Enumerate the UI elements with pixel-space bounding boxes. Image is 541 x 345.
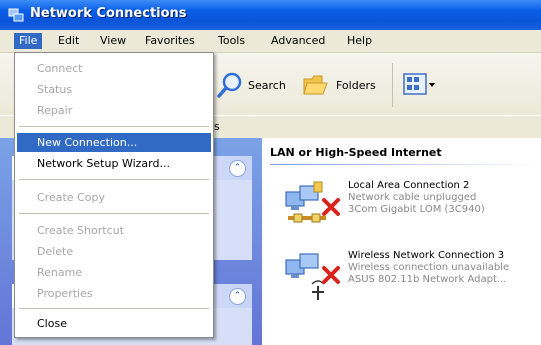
menu-separator xyxy=(19,213,209,214)
group-divider xyxy=(270,164,538,165)
network-connections-app-icon xyxy=(8,8,24,22)
connections-list: LAN or High-Speed Internet Local Area Co… xyxy=(262,138,541,345)
connection-item[interactable]: Local Area Connection 2 Network cable un… xyxy=(282,180,540,232)
connection-text: Local Area Connection 2 Network cable un… xyxy=(348,180,541,216)
network-connections-window: Network Connections File Edit View Favor… xyxy=(0,0,541,345)
file-menu-dropdown: Connect Status Repair New Connection... … xyxy=(14,52,214,338)
group-title: LAN or High-Speed Internet xyxy=(270,146,442,159)
menuitem-status[interactable]: Status xyxy=(17,80,211,99)
lan-connection-icon xyxy=(285,181,340,223)
connection-device: ASUS 802.11b Network Adapt... xyxy=(348,274,507,285)
wireless-connection-icon xyxy=(285,253,340,300)
address-tail-text: s xyxy=(214,120,220,133)
connection-item[interactable]: Wireless Network Connection 3 Wireless c… xyxy=(282,250,540,302)
views-button[interactable] xyxy=(402,71,436,99)
menu-bar: File Edit View Favorites Tools Advanced … xyxy=(0,30,541,53)
menuitem-create-copy[interactable]: Create Copy xyxy=(17,188,211,207)
connection-device: 3Com Gigabit LOM (3C940) xyxy=(348,204,485,215)
menu-favorites[interactable]: Favorites xyxy=(140,33,200,49)
window-title: Network Connections xyxy=(30,6,187,21)
menuitem-rename[interactable]: Rename xyxy=(17,263,211,282)
menu-file[interactable]: File xyxy=(14,33,43,49)
search-label: Search xyxy=(248,78,286,92)
menu-view[interactable]: View xyxy=(95,33,131,49)
menu-help[interactable]: Help xyxy=(342,33,377,49)
menu-separator xyxy=(19,179,209,180)
folders-label: Folders xyxy=(336,78,376,92)
menuitem-network-setup-wizard[interactable]: Network Setup Wizard... xyxy=(17,154,211,173)
toolbar-separator xyxy=(392,63,393,107)
connection-status: Wireless connection unavailable xyxy=(348,262,510,273)
connection-name: Local Area Connection 2 xyxy=(348,180,470,191)
title-bar[interactable]: Network Connections xyxy=(0,0,541,30)
menuitem-properties[interactable]: Properties xyxy=(17,284,211,303)
menu-separator xyxy=(19,308,209,309)
collapse-icon[interactable]: ⌃ xyxy=(229,288,246,305)
connection-status: Network cable unplugged xyxy=(348,192,477,203)
menu-tools[interactable]: Tools xyxy=(213,33,250,49)
folders-button[interactable]: Folders xyxy=(302,71,376,99)
menuitem-new-connection[interactable]: New Connection... xyxy=(17,133,211,152)
menuitem-repair[interactable]: Repair xyxy=(17,101,211,120)
menuitem-connect[interactable]: Connect xyxy=(17,59,211,78)
search-button[interactable]: Search xyxy=(216,71,286,99)
menu-edit[interactable]: Edit xyxy=(53,33,84,49)
search-icon xyxy=(217,72,242,98)
connection-text: Wireless Network Connection 3 Wireless c… xyxy=(348,250,541,286)
menuitem-close[interactable]: Close xyxy=(17,314,211,333)
menu-separator xyxy=(19,126,209,127)
menuitem-delete[interactable]: Delete xyxy=(17,242,211,261)
menu-advanced[interactable]: Advanced xyxy=(266,33,330,49)
views-icon xyxy=(403,73,435,95)
folders-icon xyxy=(303,75,328,95)
menuitem-create-shortcut[interactable]: Create Shortcut xyxy=(17,221,211,240)
connection-name: Wireless Network Connection 3 xyxy=(348,250,505,261)
collapse-icon[interactable]: ⌃ xyxy=(229,160,246,177)
